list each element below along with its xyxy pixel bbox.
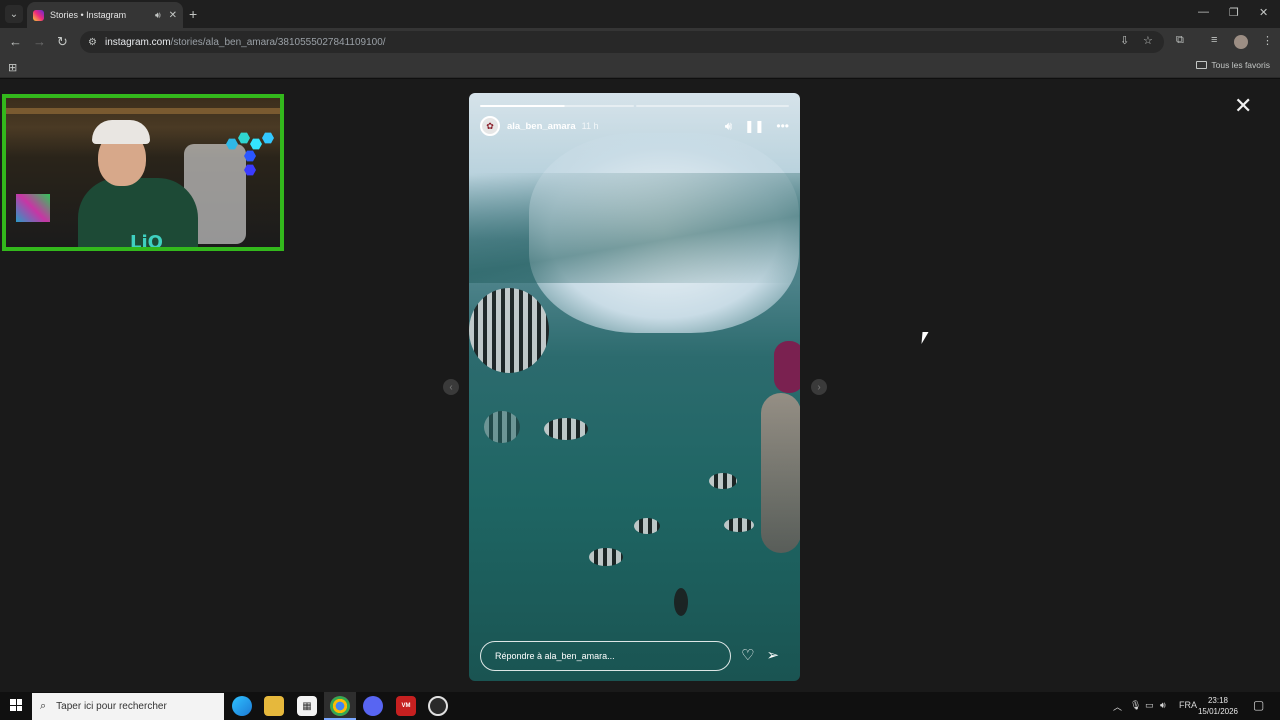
taskbar-search-placeholder: Taper ici pour rechercher	[56, 701, 167, 712]
store-icon[interactable]: ▦	[297, 696, 317, 716]
story-card[interactable]: ✿ ala_ben_amara 11 h 🔊︎ ❚❚ ••• Répondre …	[469, 93, 800, 681]
previous-story-button[interactable]: ‹	[443, 379, 459, 395]
start-button[interactable]	[10, 699, 22, 711]
extensions-icon[interactable]: ⧉	[1176, 34, 1184, 47]
all-bookmarks-label: Tous les favoris	[1211, 60, 1270, 70]
hex-light	[262, 132, 274, 144]
language-indicator[interactable]: FRA	[1179, 700, 1197, 710]
url-host: instagram.com	[104, 36, 171, 48]
story-media-surface	[469, 173, 800, 283]
heart-icon[interactable]: ♡	[741, 646, 754, 664]
discord-icon[interactable]	[363, 696, 383, 716]
story-header: ✿ ala_ben_amara 11 h 🔊︎ ❚❚ •••	[480, 115, 789, 137]
shelf	[6, 108, 280, 114]
browser-toolbar: ← → ↻ ⚙︎ instagram.com /stories/ala_ben_…	[0, 28, 1280, 56]
mouse-cursor	[921, 332, 929, 344]
media-controls-icon[interactable]: ≡	[1211, 34, 1217, 46]
file-explorer-icon[interactable]	[264, 696, 284, 716]
all-bookmarks-folder[interactable]: Tous les favoris	[1196, 60, 1270, 70]
story-progress-bar	[480, 105, 789, 107]
site-info-icon[interactable]: ⚙︎	[88, 37, 97, 48]
bookmark-star-icon[interactable]: ☆	[1143, 34, 1153, 47]
instagram-favicon-icon	[33, 9, 44, 21]
send-icon[interactable]: ➢	[766, 646, 779, 664]
forward-button[interactable]: →	[33, 34, 46, 49]
restore-button[interactable]: ❐	[1229, 6, 1239, 19]
apps-grid-icon[interactable]: ⊞	[8, 61, 17, 74]
speaker-icon[interactable]: 🔊︎	[725, 119, 733, 134]
tab-search-button[interactable]: ⌄	[5, 5, 23, 23]
reply-input[interactable]: Répondre à ala_ben_amara...	[480, 641, 731, 671]
user-avatar[interactable]: ✿	[480, 116, 500, 136]
progress-segment	[480, 105, 634, 107]
windows-taskbar: ⌕ Taper ici pour rechercher ▦ VM ︿ 🎙︎ ▭ …	[0, 692, 1280, 720]
reload-button[interactable]: ↻	[57, 34, 68, 50]
voicemeeter-icon[interactable]: VM	[396, 696, 416, 716]
fish	[674, 588, 688, 616]
speaker-icon[interactable]: 🔊︎	[155, 10, 161, 21]
install-app-icon[interactable]: ⇩	[1120, 34, 1129, 47]
fish	[724, 518, 754, 532]
clock-time: 23:18	[1207, 696, 1229, 705]
story-viewer-page: LiO ‹ › ✿ ala_ben_amara 11 h 🔊︎ ❚❚ ••• R…	[0, 79, 1280, 692]
clock-date: 15/01/2026	[1197, 707, 1239, 716]
search-icon: ⌕	[40, 700, 47, 712]
volume-icon[interactable]: 🔊︎	[1160, 700, 1166, 711]
window-close-button[interactable]: ✕	[1259, 6, 1268, 19]
person-cap	[92, 120, 150, 144]
folder-icon	[1196, 61, 1208, 69]
story-username[interactable]: ala_ben_amara	[507, 121, 576, 132]
profile-avatar[interactable]	[1234, 35, 1248, 49]
show-hidden-icons[interactable]: ︿	[1113, 700, 1122, 713]
microphone-icon[interactable]: 🎙︎	[1130, 700, 1141, 711]
fish	[634, 518, 660, 534]
network-icon[interactable]: ▭	[1145, 700, 1154, 711]
browser-tab[interactable]: Stories • Instagram 🔊︎ ✕	[27, 2, 183, 28]
edge-icon[interactable]	[232, 696, 252, 716]
monitor-glow	[16, 194, 50, 222]
minimize-button[interactable]: —	[1198, 6, 1209, 18]
close-icon[interactable]: ✕	[1234, 93, 1252, 119]
hex-light	[238, 132, 250, 144]
address-bar[interactable]: ⚙︎ instagram.com /stories/ala_ben_amara/…	[80, 31, 1164, 53]
bookmarks-bar: ⊞ Tous les favoris	[0, 56, 1280, 78]
reply-placeholder: Répondre à ala_ben_amara...	[495, 651, 615, 661]
channel-logo: LiO	[130, 232, 163, 251]
fish	[589, 548, 623, 566]
fish	[544, 418, 588, 440]
recording-app-icon[interactable]	[428, 696, 448, 716]
notifications-icon[interactable]: ▢	[1253, 698, 1264, 712]
progress-segment	[635, 105, 789, 107]
tab-close-icon[interactable]: ✕	[169, 10, 177, 21]
pause-icon[interactable]: ❚❚	[744, 119, 764, 133]
fish	[709, 473, 737, 489]
tab-title: Stories • Instagram	[50, 10, 127, 20]
next-story-button[interactable]: ›	[811, 379, 827, 395]
taskbar-clock[interactable]: 23:18 15/01/2026	[1196, 695, 1240, 717]
browser-menu-icon[interactable]: ⋮	[1262, 34, 1273, 47]
url-path: /stories/ala_ben_amara/38105550278411091…	[170, 36, 386, 48]
swimmer-suit	[774, 341, 800, 393]
more-icon[interactable]: •••	[776, 119, 789, 133]
swimmer-arm	[761, 393, 800, 553]
fish	[469, 288, 549, 373]
back-button[interactable]: ←	[9, 34, 22, 49]
chrome-icon[interactable]	[330, 696, 350, 716]
story-time: 11 h	[581, 121, 599, 131]
new-tab-button[interactable]: +	[189, 6, 197, 22]
taskbar-search[interactable]: ⌕ Taper ici pour rechercher	[32, 693, 224, 720]
hex-light	[250, 138, 262, 150]
webcam-overlay: LiO	[2, 94, 284, 251]
fish	[484, 411, 520, 443]
browser-tab-strip: ⌄ Stories • Instagram 🔊︎ ✕ + — ❐ ✕	[0, 0, 1280, 28]
